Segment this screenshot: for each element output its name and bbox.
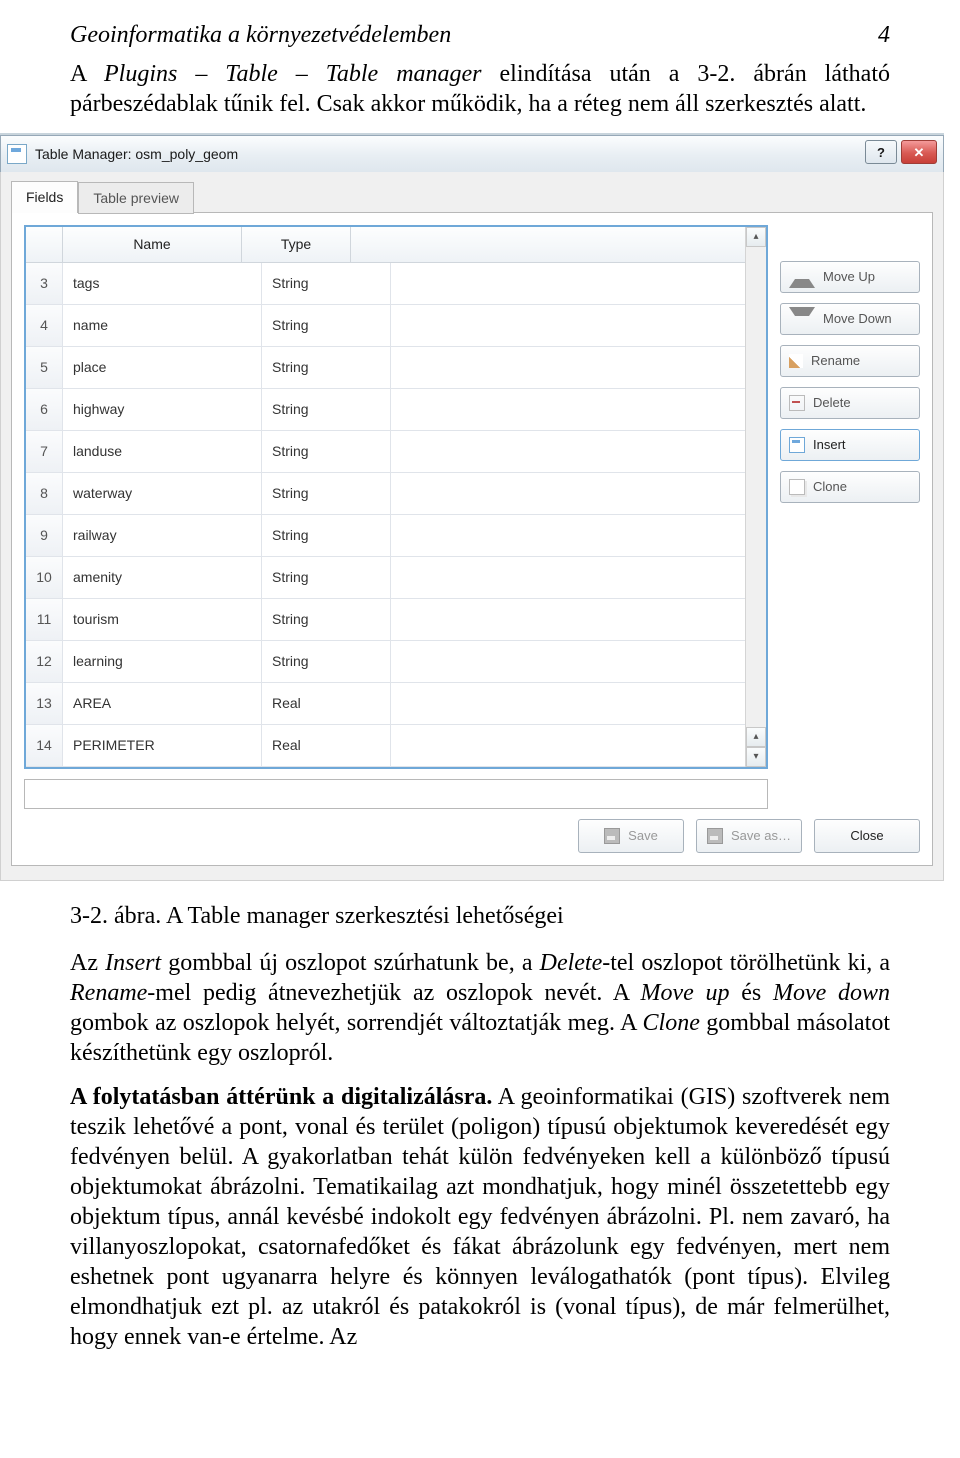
row-index: 9: [26, 515, 63, 557]
field-name: place: [63, 347, 262, 389]
tab-table-preview[interactable]: Table preview: [78, 182, 194, 214]
table-row[interactable]: 5placeString: [26, 347, 745, 389]
delete-icon: [789, 395, 805, 411]
row-index: 3: [26, 263, 63, 305]
field-type: String: [262, 557, 391, 599]
arrow-down-icon: [789, 307, 815, 330]
page-header: Geoinformatika a környezetvédelemben 4: [70, 22, 890, 49]
save-as-icon: [707, 828, 723, 844]
move-down-button[interactable]: Move Down: [780, 303, 920, 335]
field-type: String: [262, 599, 391, 641]
app-icon: [7, 144, 27, 164]
row-index: 13: [26, 683, 63, 725]
field-type: String: [262, 473, 391, 515]
field-name: learning: [63, 641, 262, 683]
close-button[interactable]: Close: [814, 819, 920, 853]
save-button[interactable]: Save: [578, 819, 684, 853]
window-titlebar: Table Manager: osm_poly_geom ? ✕: [0, 135, 944, 172]
field-type: String: [262, 263, 391, 305]
row-index: 10: [26, 557, 63, 599]
row-index: 5: [26, 347, 63, 389]
table-row[interactable]: 11tourismString: [26, 599, 745, 641]
field-name: amenity: [63, 557, 262, 599]
rename-button[interactable]: Rename: [780, 345, 920, 377]
field-type: String: [262, 431, 391, 473]
figure-caption: 3-2. ábra. A Table manager szerkesztési …: [70, 903, 890, 930]
field-type: Real: [262, 725, 391, 767]
header-title: Geoinformatika a környezetvédelemben: [70, 22, 451, 49]
field-type: String: [262, 305, 391, 347]
row-index: 6: [26, 389, 63, 431]
move-up-button[interactable]: Move Up: [780, 261, 920, 293]
help-button[interactable]: ?: [865, 140, 897, 164]
arrow-up-icon: [789, 265, 815, 288]
insert-icon: [789, 437, 805, 453]
field-name: waterway: [63, 473, 262, 515]
scroll-down-icon[interactable]: ▾: [746, 747, 766, 767]
field-name: tourism: [63, 599, 262, 641]
scroll-up-icon[interactable]: ▴: [746, 227, 766, 247]
field-name: landuse: [63, 431, 262, 473]
rename-icon: [789, 354, 803, 368]
intro-paragraph: A Plugins – Table – Table manager elindí…: [70, 59, 890, 119]
save-as-button[interactable]: Save as…: [696, 819, 802, 853]
insert-button[interactable]: Insert: [780, 429, 920, 461]
table-row[interactable]: 10amenityString: [26, 557, 745, 599]
tab-fields[interactable]: Fields: [11, 181, 78, 213]
delete-button[interactable]: Delete: [780, 387, 920, 419]
window-close-button[interactable]: ✕: [901, 140, 937, 164]
field-name: PERIMETER: [63, 725, 262, 767]
table-row[interactable]: 6highwayString: [26, 389, 745, 431]
row-index: 12: [26, 641, 63, 683]
vertical-scrollbar[interactable]: ▴ ▴ ▾: [745, 227, 766, 767]
screenshot-figure: Table Manager: osm_poly_geom ? ✕ Fields …: [0, 133, 944, 881]
expression-input[interactable]: [24, 779, 768, 809]
scroll-up2-icon[interactable]: ▴: [746, 727, 766, 747]
field-name: name: [63, 305, 262, 347]
save-icon: [604, 828, 620, 844]
field-type: String: [262, 347, 391, 389]
row-index: 8: [26, 473, 63, 515]
row-index: 4: [26, 305, 63, 347]
paragraph-3: A folytatásban áttérünk a digitalizálásr…: [70, 1082, 890, 1352]
col-name[interactable]: Name: [63, 227, 242, 263]
table-row[interactable]: 7landuseString: [26, 431, 745, 473]
window-title: Table Manager: osm_poly_geom: [35, 147, 238, 161]
field-type: String: [262, 641, 391, 683]
field-type: Real: [262, 683, 391, 725]
table-row[interactable]: 4nameString: [26, 305, 745, 347]
row-index: 7: [26, 431, 63, 473]
field-name: tags: [63, 263, 262, 305]
clone-icon: [789, 479, 805, 495]
table-row[interactable]: 8waterwayString: [26, 473, 745, 515]
table-row[interactable]: 14PERIMETERReal: [26, 725, 745, 767]
field-name: railway: [63, 515, 262, 557]
field-type: String: [262, 389, 391, 431]
fields-table: Name Type 3tagsString4nameString5placeSt…: [24, 225, 768, 769]
table-row[interactable]: 9railwayString: [26, 515, 745, 557]
table-row[interactable]: 13AREAReal: [26, 683, 745, 725]
col-type[interactable]: Type: [242, 227, 351, 263]
paragraph-2: Az Insert gombbal új oszlopot szúrhatunk…: [70, 948, 890, 1068]
table-header: Name Type: [26, 227, 745, 263]
field-type: String: [262, 515, 391, 557]
field-name: AREA: [63, 683, 262, 725]
table-row[interactable]: 3tagsString: [26, 263, 745, 305]
row-index: 11: [26, 599, 63, 641]
row-index: 14: [26, 725, 63, 767]
clone-button[interactable]: Clone: [780, 471, 920, 503]
page-number: 4: [878, 22, 890, 49]
table-row[interactable]: 12learningString: [26, 641, 745, 683]
field-name: highway: [63, 389, 262, 431]
